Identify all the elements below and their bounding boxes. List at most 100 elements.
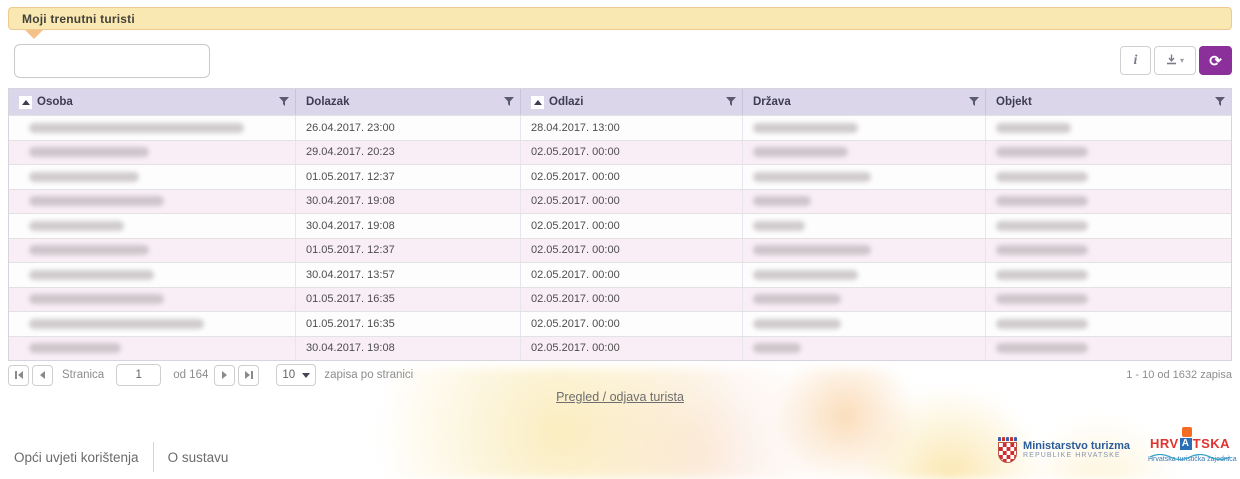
table-row[interactable]: 30.04.2017. 19:0802.05.2017. 00:00 [9, 189, 1231, 214]
column-header-drzava[interactable]: Država [743, 89, 986, 115]
htz-wave-icon [1150, 454, 1230, 460]
page-size-select[interactable]: 10 [276, 364, 316, 386]
departure-datetime-cell: 02.05.2017. 00:00 [521, 141, 743, 165]
column-header-dolazak[interactable]: Dolazak [296, 89, 521, 115]
column-header-objekt[interactable]: Objekt [986, 89, 1231, 115]
redacted-object-cell [986, 337, 1231, 361]
redacted-object-cell [986, 288, 1231, 312]
croatian-coat-of-arms-icon [998, 437, 1017, 463]
redacted-person-name [29, 343, 121, 353]
table-row[interactable]: 30.04.2017. 19:0802.05.2017. 00:00 [9, 213, 1231, 238]
arrival-datetime-cell: 30.04.2017. 19:08 [296, 337, 521, 361]
redacted-country [753, 319, 841, 329]
ministry-of-tourism-logo: Ministarstvo turizma REPUBLIKE HRVATSKE [998, 437, 1130, 463]
filter-icon[interactable] [969, 97, 979, 107]
next-page-icon [222, 371, 227, 379]
previous-page-icon [40, 371, 45, 379]
filter-icon[interactable] [1215, 97, 1225, 107]
last-page-icon [245, 371, 250, 379]
column-header-odlazi[interactable]: Odlazi [521, 89, 743, 115]
redacted-person-name-cell [9, 214, 296, 238]
redacted-person-name [29, 245, 149, 255]
redacted-person-name [29, 123, 244, 133]
table-row[interactable]: 30.04.2017. 13:5702.05.2017. 00:00 [9, 262, 1231, 287]
redacted-object [996, 245, 1088, 255]
footer-divider [153, 442, 154, 472]
redacted-country [753, 221, 805, 231]
filter-icon[interactable] [504, 97, 514, 107]
redacted-country-cell [743, 214, 986, 238]
redacted-person-name-cell [9, 312, 296, 336]
info-button[interactable]: i [1120, 46, 1151, 75]
evisitor-page: Moji trenutni turisti i ▾ ⟳ Osoba [0, 0, 1240, 479]
redacted-country-cell [743, 116, 986, 140]
departure-datetime-cell: 02.05.2017. 00:00 [521, 312, 743, 336]
ministry-name: Ministarstvo turizma [1023, 440, 1130, 452]
refresh-button[interactable]: ⟳ [1199, 46, 1232, 75]
table-row[interactable]: 01.05.2017. 12:3702.05.2017. 00:00 [9, 164, 1231, 189]
redacted-object-cell [986, 312, 1231, 336]
departure-datetime-cell: 02.05.2017. 00:00 [521, 337, 743, 361]
redacted-person-name-cell [9, 116, 296, 140]
arrival-datetime-cell: 29.04.2017. 20:23 [296, 141, 521, 165]
previous-page-button[interactable] [32, 365, 53, 386]
terms-of-use-link[interactable]: Opći uvjeti korištenja [14, 450, 139, 465]
pagination-bar: Stranica od 164 10 zapisa po stranici 1 … [8, 363, 1232, 387]
table-row[interactable]: 30.04.2017. 19:0802.05.2017. 00:00 [9, 336, 1231, 361]
redacted-object-cell [986, 263, 1231, 287]
next-page-button[interactable] [214, 365, 235, 386]
column-label: Dolazak [306, 96, 349, 108]
chevron-down-icon [302, 373, 310, 378]
redacted-country-cell [743, 263, 986, 287]
export-button[interactable]: ▾ [1154, 46, 1196, 75]
arrival-datetime-cell: 01.05.2017. 16:35 [296, 288, 521, 312]
column-header-osoba[interactable]: Osoba [9, 89, 296, 115]
tab-moji-trenutni-turisti[interactable]: Moji trenutni turisti [9, 12, 135, 26]
about-system-link[interactable]: O sustavu [168, 450, 229, 465]
redacted-object [996, 221, 1088, 231]
departure-datetime-cell: 02.05.2017. 00:00 [521, 190, 743, 214]
stranica-label: Stranica [62, 369, 104, 381]
arrival-datetime-cell: 01.05.2017. 12:37 [296, 165, 521, 189]
redacted-person-name [29, 147, 149, 157]
filter-icon[interactable] [279, 97, 289, 107]
first-page-button[interactable] [8, 365, 29, 386]
departure-datetime-cell: 02.05.2017. 00:00 [521, 165, 743, 189]
redacted-object [996, 147, 1088, 157]
last-page-button[interactable] [238, 365, 259, 386]
active-tab-bar: Moji trenutni turisti [8, 7, 1232, 30]
redacted-person-name [29, 319, 204, 329]
table-row[interactable]: 26.04.2017. 23:0028.04.2017. 13:00 [9, 115, 1231, 140]
htz-word-part: HRV [1150, 436, 1179, 451]
croatia-tourist-board-logo: HRVATSKA Hrvatska turistička zajednica [1148, 436, 1232, 463]
sort-asc-icon [19, 96, 32, 109]
column-label: Odlazi [549, 96, 584, 108]
table-row[interactable]: 01.05.2017. 16:3502.05.2017. 00:00 [9, 287, 1231, 312]
redacted-country-cell [743, 239, 986, 263]
redacted-person-name-cell [9, 190, 296, 214]
redacted-object [996, 319, 1088, 329]
table-row[interactable]: 29.04.2017. 20:2302.05.2017. 00:00 [9, 140, 1231, 165]
page-number-input[interactable] [116, 364, 161, 386]
redacted-object [996, 294, 1088, 304]
arrival-datetime-cell: 30.04.2017. 13:57 [296, 263, 521, 287]
departure-datetime-cell: 02.05.2017. 00:00 [521, 288, 743, 312]
pregled-odjava-turista-link[interactable]: Pregled / odjava turista [556, 390, 684, 404]
arrival-datetime-cell: 26.04.2017. 23:00 [296, 116, 521, 140]
per-page-label: zapisa po stranici [324, 369, 413, 381]
redacted-country [753, 196, 811, 206]
redacted-object [996, 172, 1088, 182]
table-body: 26.04.2017. 23:0028.04.2017. 13:0029.04.… [9, 115, 1231, 360]
htz-word-part: TSKA [1193, 436, 1230, 451]
redacted-country-cell [743, 337, 986, 361]
info-icon: i [1134, 53, 1138, 69]
table-row[interactable]: 01.05.2017. 16:3502.05.2017. 00:00 [9, 311, 1231, 336]
redacted-person-name-cell [9, 165, 296, 189]
table-row[interactable]: 01.05.2017. 12:3702.05.2017. 00:00 [9, 238, 1231, 263]
filter-icon[interactable] [726, 97, 736, 107]
page-count-label: od 164 [173, 369, 208, 381]
grid-search-input[interactable] [14, 44, 210, 78]
redacted-person-name [29, 270, 154, 280]
departure-datetime-cell: 02.05.2017. 00:00 [521, 239, 743, 263]
column-label: Država [753, 96, 791, 108]
